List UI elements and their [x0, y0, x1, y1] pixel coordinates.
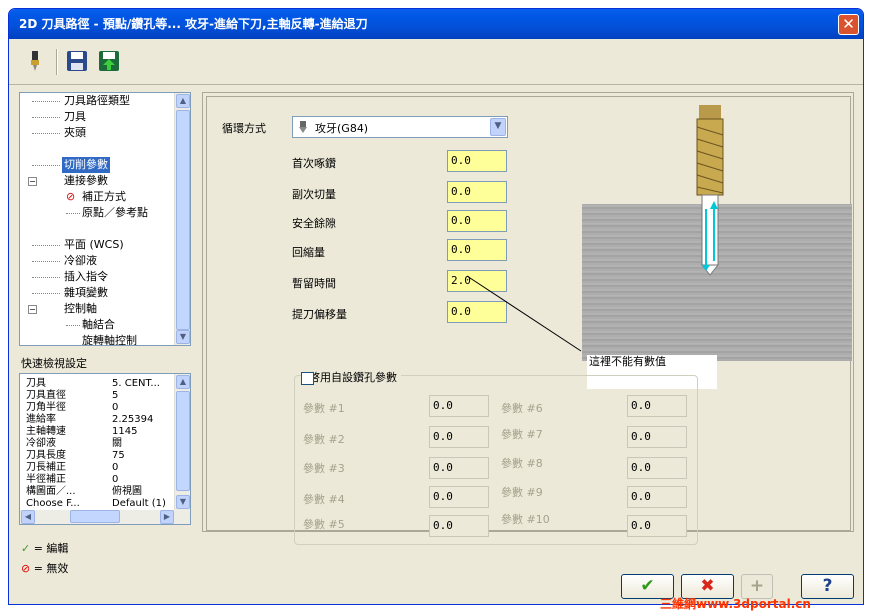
param-10-input[interactable]: 0.0 — [627, 515, 687, 537]
legend-invalid: ⊘ = 無效 — [21, 562, 69, 575]
quick-row: 刀長補正 0 — [26, 462, 119, 473]
param-1-input[interactable]: 0.0 — [429, 395, 489, 417]
param-3-input[interactable]: 0.0 — [429, 457, 489, 479]
tree-item-tool[interactable]: 刀具 — [64, 109, 86, 125]
invalid-icon: ⊘ — [66, 190, 76, 203]
tree-item-coolant[interactable]: 冷卻液 — [64, 253, 97, 269]
param-4-input[interactable]: 0.0 — [429, 486, 489, 508]
tree-item-axis-combination[interactable]: 軸結合 — [82, 317, 115, 333]
param-1-label: 參數 #1 — [303, 402, 345, 415]
shift-label: 提刀偏移量 — [292, 308, 347, 321]
toolbar — [9, 39, 863, 85]
scroll-thumb[interactable] — [70, 510, 120, 523]
quick-row: 刀具直徑 5 — [26, 390, 119, 401]
watermark: 三維網www.3dportal.cn — [660, 597, 811, 611]
cycle-select[interactable]: 攻牙(G84) ▼ — [292, 116, 508, 138]
scroll-left-icon[interactable]: ◀ — [21, 510, 35, 524]
scroll-up-icon[interactable]: ▲ — [176, 375, 190, 389]
toolbar-separator — [56, 49, 58, 75]
dialog-window: 2D 刀具路徑 - 預點/鑽孔等... 攻牙-進給下刀,主軸反轉-進給退刀 ✕ … — [8, 8, 864, 605]
quick-row: 刀具長度 75 — [26, 450, 125, 461]
param-5-label: 參數 #5 — [303, 518, 345, 531]
scroll-right-icon[interactable]: ▶ — [160, 510, 174, 524]
tree-item-canned-text[interactable]: 插入指令 — [64, 269, 108, 285]
tool-icon[interactable] — [23, 49, 47, 73]
cycle-value: 攻牙(G84) — [315, 122, 369, 135]
param-5-input[interactable]: 0.0 — [429, 515, 489, 537]
first-peck-input[interactable]: 0.0 — [447, 150, 507, 172]
quick-view-scrollbar[interactable]: ▲ ▼ — [174, 374, 190, 510]
scroll-up-icon[interactable]: ▲ — [176, 94, 190, 108]
tree-item-misc-values[interactable]: 雜項變數 — [64, 285, 108, 301]
drill-cycle-icon — [296, 120, 310, 137]
retract-amount-input[interactable]: 0.0 — [447, 239, 507, 261]
quick-view-hscrollbar[interactable]: ◀ ▶ — [20, 510, 190, 524]
subsequent-peck-label: 副次切量 — [292, 188, 336, 201]
param-2-label: 參數 #2 — [303, 433, 345, 446]
tap-tool-icon — [696, 105, 724, 276]
quick-view-panel[interactable]: 刀具 5. CENT... 刀具直徑 5 刀角半徑 0 進給率 2.25394 主軸轉速… — [19, 373, 191, 525]
tree-item-cut-params[interactable]: 切削參數 — [62, 157, 110, 173]
scroll-thumb[interactable] — [176, 391, 190, 491]
quick-row: 進給率 2.25394 — [26, 414, 154, 425]
safety-clearance-input[interactable]: 0.0 — [447, 210, 507, 232]
quick-row: 半徑補正 0 — [26, 474, 119, 485]
collapse-toggle[interactable]: − — [28, 305, 37, 314]
quick-row: Choose F... Default (1) — [26, 498, 166, 509]
save-icon[interactable] — [65, 49, 89, 73]
window-title: 2D 刀具路徑 - 預點/鑽孔等... 攻牙-進給下刀,主軸反轉-進給退刀 — [19, 17, 368, 31]
subsequent-peck-input[interactable]: 0.0 — [447, 181, 507, 203]
legend-edit: ✓ = 編輯 — [21, 542, 69, 555]
check-icon: ✓ — [21, 542, 31, 555]
param-8-label: 參數 #8 — [501, 457, 543, 470]
param-2-input[interactable]: 0.0 — [429, 426, 489, 448]
param-10-label: 參數 #10 — [501, 513, 550, 526]
close-button[interactable]: ✕ — [838, 14, 859, 35]
tree-item-plane[interactable]: 平面 (WCS) — [64, 237, 124, 253]
param-6-label: 參數 #6 — [501, 402, 543, 415]
quick-row: 刀角半徑 0 — [26, 402, 119, 413]
scroll-thumb[interactable] — [176, 110, 190, 330]
param-7-label: 參數 #7 — [501, 428, 543, 441]
collapse-toggle[interactable]: − — [28, 177, 37, 186]
param-6-input[interactable]: 0.0 — [627, 395, 687, 417]
param-8-input[interactable]: 0.0 — [627, 457, 687, 479]
tap-illustration — [582, 105, 856, 361]
tree-item-holder[interactable]: 夾頭 — [64, 125, 86, 141]
tree-item-rotary-axis[interactable]: 旋轉軸控制 — [82, 333, 137, 345]
quick-row: 構圖面／... 俯視圖 — [26, 486, 142, 497]
quick-row: 冷卻液關 — [26, 438, 122, 449]
tree-scrollbar[interactable]: ▲ ▼ — [174, 93, 190, 345]
cycle-label: 循環方式 — [222, 122, 266, 135]
tree-item-compensation[interactable]: 補正方式 — [82, 189, 126, 205]
tree-item-axis-control[interactable]: 控制軸 — [64, 301, 97, 317]
quick-row: 主軸轉速 1145 — [26, 426, 138, 437]
param-9-label: 參數 #9 — [501, 486, 543, 499]
shift-input[interactable]: 0.0 — [447, 301, 507, 323]
param-3-label: 參數 #3 — [303, 462, 345, 475]
param-9-input[interactable]: 0.0 — [627, 486, 687, 508]
title-bar: 2D 刀具路徑 - 預點/鑽孔等... 攻牙-進給下刀,主軸反轉-進給退刀 ✕ — [9, 9, 863, 39]
invalid-icon: ⊘ — [21, 562, 31, 575]
load-icon[interactable] — [97, 49, 121, 73]
dwell-input[interactable]: 2.0 — [447, 270, 507, 292]
retract-amount-label: 回縮量 — [292, 246, 325, 259]
param-4-label: 參數 #4 — [303, 493, 345, 506]
quick-view-title: 快速檢視設定 — [21, 357, 87, 370]
scroll-down-icon[interactable]: ▼ — [176, 495, 190, 509]
tree-item-link-params[interactable]: 連接參數 — [64, 173, 108, 189]
dwell-label: 暫留時間 — [292, 277, 336, 290]
chevron-down-icon[interactable]: ▼ — [490, 118, 506, 136]
scroll-down-icon[interactable]: ▼ — [176, 330, 190, 344]
safety-clearance-label: 安全餘隙 — [292, 217, 336, 230]
param-7-input[interactable]: 0.0 — [627, 426, 687, 448]
quick-row: 刀具 5. CENT... — [26, 378, 160, 389]
first-peck-label: 首次啄鑽 — [292, 157, 336, 170]
tree-item-home-ref[interactable]: 原點／參考點 — [82, 205, 148, 221]
custom-params-label: 啓用自設鑽孔參數 — [305, 369, 401, 385]
parameter-tree[interactable]: 刀具路徑類型 刀具 夾頭 切削參數 − 連接參數 ⊘ 補正方式 原點／參考點 平… — [19, 92, 191, 346]
custom-params-checkbox[interactable] — [301, 372, 314, 385]
tree-item-toolpath-type[interactable]: 刀具路徑類型 — [64, 93, 130, 109]
